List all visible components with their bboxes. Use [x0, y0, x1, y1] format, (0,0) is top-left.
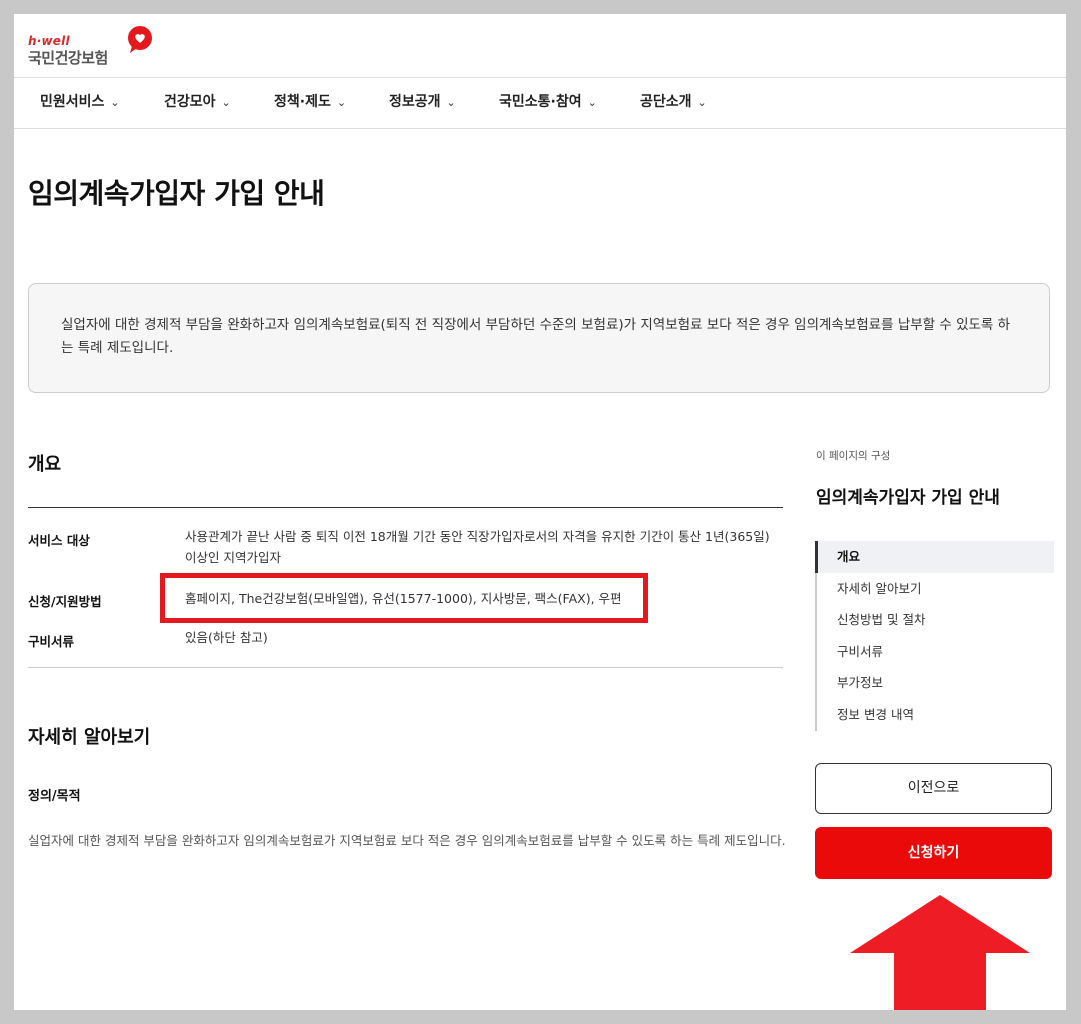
- arrow-up-icon: [850, 895, 1030, 1010]
- details-heading: 자세히 알아보기: [28, 727, 151, 748]
- nav-item-label: 공단소개: [640, 94, 692, 110]
- toc-item-change-history[interactable]: 정보 변경 내역: [817, 699, 1054, 731]
- chevron-down-icon: ⌄: [110, 96, 120, 109]
- org-name: 국민건강보험: [28, 49, 108, 67]
- nav-item-about[interactable]: 공단소개 ⌄: [640, 78, 707, 128]
- row-value-target: 사용관계가 끝난 사람 중 퇴직 이전 18개월 기간 동안 직장가입자로서의 …: [185, 529, 770, 565]
- nav-item-label: 건강모아: [164, 94, 216, 110]
- toc-title: 임의계속가입자 가입 안내: [816, 488, 1000, 508]
- heart-speech-icon: [128, 26, 152, 53]
- toc-item-documents[interactable]: 구비서류: [817, 636, 1054, 668]
- chevron-down-icon: ⌄: [697, 96, 707, 109]
- row-label-documents: 구비서류: [28, 634, 75, 649]
- toc-item-overview[interactable]: 개요: [815, 541, 1054, 573]
- chevron-down-icon: ⌄: [446, 96, 456, 109]
- highlight-box: [160, 573, 648, 623]
- page-container: h·well 국민건강보험 민원서비스 ⌄ 건강모아 ⌄ 정책·제도 ⌄ 정보공개 ⌄ …: [14, 14, 1066, 1010]
- chevron-down-icon: ⌄: [221, 96, 231, 109]
- toc-list: 개요 자세히 알아보기 신청방법 및 절차 구비서류 부가정보 정보 변경 내역: [815, 541, 1054, 731]
- toc-item-apply-procedure[interactable]: 신청방법 및 절차: [817, 604, 1054, 636]
- nav-item-label: 국민소통·참여: [499, 94, 582, 110]
- nav-item-civil-service[interactable]: 민원서비스 ⌄: [40, 78, 120, 128]
- nav-item-info[interactable]: 정보공개 ⌄: [389, 78, 456, 128]
- apply-button[interactable]: 신청하기: [815, 827, 1052, 879]
- nav-item-label: 민원서비스: [40, 94, 105, 110]
- section-divider: [28, 507, 783, 508]
- intro-text: 실업자에 대한 경제적 부담을 완화하고자 임의계속보험료(퇴직 전 직장에서 …: [61, 317, 1011, 356]
- toc-item-additional-info[interactable]: 부가정보: [817, 667, 1054, 699]
- nav-item-health[interactable]: 건강모아 ⌄: [164, 78, 231, 128]
- definition-text: 실업자에 대한 경제적 부담을 완화하고자 임의계속보험료가 지역보험료 보다 …: [28, 833, 786, 848]
- nav-item-label: 정책·제도: [274, 94, 331, 110]
- chevron-down-icon: ⌄: [587, 96, 597, 109]
- intro-box: 실업자에 대한 경제적 부담을 완화하고자 임의계속보험료(퇴직 전 직장에서 …: [28, 283, 1050, 393]
- row-label-target: 서비스 대상: [28, 533, 90, 548]
- definition-label: 정의/목적: [28, 789, 81, 804]
- nav-item-participation[interactable]: 국민소통·참여 ⌄: [499, 78, 597, 128]
- main-nav: 민원서비스 ⌄ 건강모아 ⌄ 정책·제도 ⌄ 정보공개 ⌄ 국민소통·참여 ⌄ 공단소개 ⌄: [14, 77, 1066, 129]
- brand-tagline: h·well: [28, 34, 70, 48]
- section-divider: [28, 667, 783, 668]
- chevron-down-icon: ⌄: [336, 96, 347, 109]
- prev-button[interactable]: 이전으로: [815, 763, 1052, 814]
- toc-caption: 이 페이지의 구성: [816, 450, 891, 462]
- row-label-method: 신청/지원방법: [28, 594, 102, 609]
- nav-item-label: 정보공개: [389, 94, 441, 110]
- page-title: 임의계속가입자 가입 안내: [28, 177, 325, 210]
- row-value-documents: 있음(하단 참고): [185, 630, 268, 645]
- nav-item-policy[interactable]: 정책·제도 ⌄: [274, 78, 346, 128]
- overview-heading: 개요: [28, 454, 62, 475]
- toc-item-details[interactable]: 자세히 알아보기: [817, 573, 1054, 605]
- site-logo[interactable]: h·well 국민건강보험: [28, 26, 152, 78]
